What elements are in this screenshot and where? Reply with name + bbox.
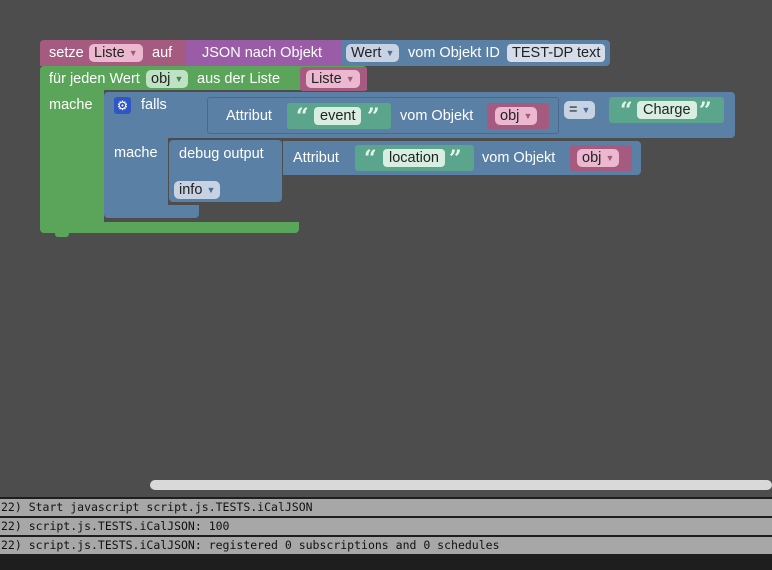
loop-variable-dropdown[interactable]: obj ▼ [146,70,189,88]
object-variable-dropdown[interactable]: obj ▼ [495,107,538,125]
foreach-do-label: mache [49,97,93,113]
object-id-field[interactable]: TEST-DP text [507,44,606,62]
log-line: 22) script.js.TESTS.iCalJSON: registered… [0,537,772,554]
quote-close-icon: ” [367,104,380,130]
log-line: 22) Start javascript script.js.TESTS.iCa… [0,499,772,516]
chevron-down-icon: ▼ [206,185,216,195]
operator-dropdown[interactable]: = ▼ [564,101,596,119]
quote-close-icon: ” [449,146,462,172]
compare-value-field[interactable]: Charge [637,101,697,119]
horizontal-scrollbar[interactable] [150,480,772,490]
from-object-id-label: vom Objekt ID [408,45,500,61]
set-label: setze [49,45,84,61]
quote-open-icon: “ [620,98,633,124]
foreach-bottom-notch [55,232,69,237]
json-label: JSON nach Objekt [202,45,323,61]
attribute-name-field[interactable]: event [314,107,362,125]
attribute-name-field[interactable]: location [383,149,445,167]
if-label: falls [141,97,167,113]
if-block-bottom [104,205,199,218]
log-console: 22) Start javascript script.js.TESTS.iCa… [0,497,772,570]
chevron-down-icon: ▼ [385,48,395,58]
value-type-dropdown[interactable]: Wert ▼ [346,44,400,62]
debug-label: debug output [179,146,264,162]
chevron-down-icon: ▼ [523,111,533,121]
from-list-label: aus der Liste [197,71,281,87]
to-label: auf [152,45,173,61]
list-variable-dropdown[interactable]: Liste ▼ [306,70,360,88]
chevron-down-icon: ▼ [128,48,138,58]
foreach-label: für jeden Wert [49,71,140,87]
gear-icon[interactable]: ⚙ [114,97,131,114]
quote-open-icon: “ [296,104,309,130]
object-variable-dropdown[interactable]: obj ▼ [577,149,620,167]
quote-close-icon: ” [699,98,712,124]
log-line: 22) script.js.TESTS.iCalJSON: 100 [0,518,772,535]
quote-open-icon: “ [364,146,377,172]
attribute-label: Attribut [293,150,339,166]
from-object-label: vom Objekt [482,150,556,166]
chevron-down-icon: ▼ [605,153,615,163]
foreach-block-bottom [40,222,299,233]
chevron-down-icon: ▼ [345,74,355,84]
set-variable-dropdown[interactable]: Liste ▼ [89,44,143,62]
chevron-down-icon: ▼ [174,74,184,84]
log-level-dropdown[interactable]: info ▼ [174,181,221,199]
chevron-down-icon: ▼ [581,105,591,115]
blockly-workspace[interactable]: setze Liste ▼ auf JSON nach Objekt Wert … [0,0,772,497]
if-do-label: mache [114,145,158,161]
attribute-label: Attribut [226,108,272,124]
from-object-label: vom Objekt [400,108,474,124]
